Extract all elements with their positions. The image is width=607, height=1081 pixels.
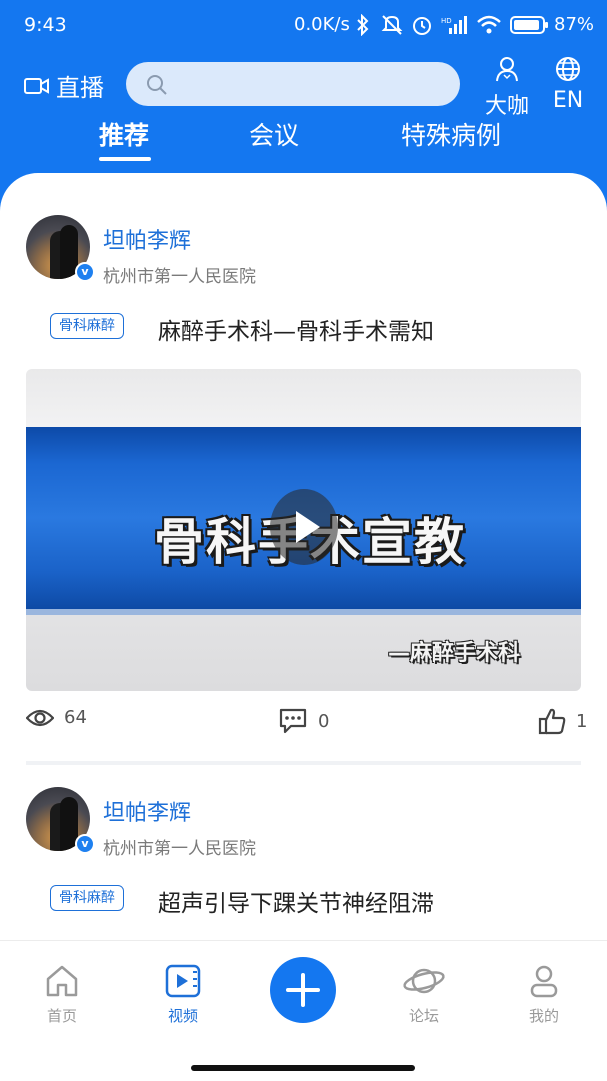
post-tag[interactable]: 骨科麻醉 [50,885,124,911]
comments-count: 0 [318,710,330,732]
nav-video-label: 视频 [167,1007,198,1025]
comments-button[interactable]: 0 [278,707,329,735]
nav-video[interactable]: 视频 [143,963,223,1026]
nav-profile-label: 我的 [528,1007,559,1025]
nav-home[interactable]: 首页 [22,963,102,1026]
verified-badge-icon: v [75,262,95,282]
video-camera-icon [24,77,49,94]
battery-percentage: 87% [554,14,595,35]
thumbs-up-icon [538,708,566,735]
tab-recommended[interactable]: 推荐 [99,116,149,152]
author-name[interactable]: 坦帕李辉 [103,795,191,827]
language-button[interactable]: EN [548,56,588,113]
search-bar[interactable] [126,62,460,106]
battery-icon [510,14,550,40]
home-indicator [191,1065,415,1071]
home-icon [46,965,78,997]
globe-icon [556,57,580,81]
network-speed: 0.0K/s [294,14,350,35]
active-tab-indicator [99,157,151,161]
like-button[interactable]: 1 [538,707,587,735]
tab-meetings[interactable]: 会议 [249,116,299,152]
search-icon [147,75,167,95]
post-tag[interactable]: 骨科麻醉 [50,313,124,339]
bluetooth-icon [356,13,370,40]
live-label: 直播 [56,74,104,102]
feed-list[interactable]: v 坦帕李辉 杭州市第一人民医院 骨科麻醉 麻醉手术科—骨科手术需知 骨科手术宣… [0,173,607,943]
views-stat: 64 [26,707,87,728]
wifi-icon [476,14,502,40]
bottom-navigation: 首页 视频 论坛 我的 [0,940,607,1081]
nav-profile[interactable]: 我的 [504,963,584,1026]
play-icon[interactable] [270,489,338,565]
post-stats: 64 0 1 [0,707,607,737]
author-name[interactable]: 坦帕李辉 [103,223,191,255]
live-button[interactable]: 直播 [24,68,104,103]
video-subtitle-overlay: —麻醉手术科 [388,641,521,666]
language-label: EN [552,88,584,113]
status-bar: 9:43 0.0K/s HD 87% [0,0,607,54]
video-icon [165,964,201,998]
post-title[interactable]: 超声引导下踝关节神经阻滞 [158,884,434,918]
verified-badge-icon: v [75,834,95,854]
comment-icon [279,708,307,734]
author-hospital: 杭州市第一人民医院 [103,267,256,287]
post-divider [26,761,581,765]
add-post-button[interactable] [270,957,336,1023]
planet-icon [403,968,445,994]
nav-home-label: 首页 [46,1007,77,1025]
nav-forum-label: 论坛 [408,1007,439,1025]
signal-icon: HD [441,14,469,40]
likes-count: 1 [576,710,588,732]
person-icon [530,965,558,998]
tab-special-cases[interactable]: 特殊病例 [401,116,501,152]
video-thumbnail[interactable]: 骨科手术宣教 —麻醉手术科 [26,369,581,691]
nav-forum[interactable]: 论坛 [384,963,464,1026]
alarm-icon [411,14,433,40]
svg-text:HD: HD [441,17,452,25]
post-title[interactable]: 麻醉手术科—骨科手术需知 [158,312,434,346]
expert-button[interactable]: 大咖 [484,56,530,120]
category-tabs: 推荐 会议 特殊病例 [0,116,607,164]
views-count: 64 [64,707,87,728]
mute-icon [380,14,404,40]
search-input[interactable] [178,68,452,102]
status-time: 9:43 [24,14,67,36]
expert-person-icon [496,57,518,82]
eye-icon [26,709,54,726]
author-hospital: 杭州市第一人民医院 [103,839,256,859]
